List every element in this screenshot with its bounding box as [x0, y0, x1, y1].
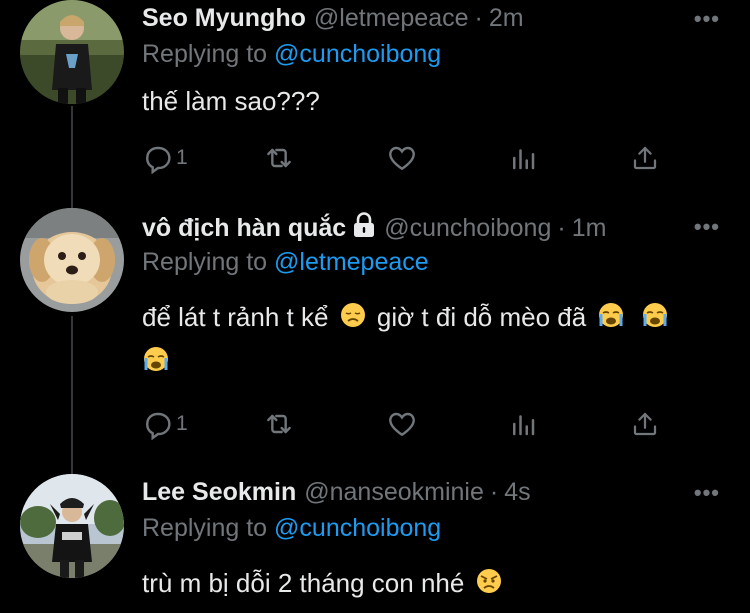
loudly-crying-face-emoji: [142, 342, 170, 384]
reply-icon: [146, 412, 171, 440]
retweet-button[interactable]: [262, 408, 296, 440]
replying-mention[interactable]: @letmepeace: [274, 248, 429, 276]
loudly-crying-face-emoji: [641, 298, 669, 340]
more-options-icon[interactable]: •••: [694, 214, 720, 240]
tweet-header: vô địch hàn quắc @cunchoibong · 1m: [142, 212, 606, 245]
person-photo-avatar: [20, 0, 124, 104]
username[interactable]: @nanseokminie: [304, 478, 484, 507]
tweet-text: để lát t rảnh t kể giờ t đi dỗ mèo đã: [142, 296, 722, 384]
tweet-actions: 1: [142, 408, 672, 442]
timestamp[interactable]: 1m: [572, 214, 607, 243]
timestamp[interactable]: 4s: [504, 478, 530, 507]
loudly-crying-face-emoji: [597, 298, 625, 340]
retweet-button[interactable]: [262, 142, 296, 174]
timestamp[interactable]: 2m: [489, 4, 524, 33]
tweet-header: Seo Myungho @letmepeace · 2m: [142, 4, 524, 33]
reply-count: 1: [176, 146, 188, 169]
avatar[interactable]: [20, 208, 124, 312]
tweet[interactable]: Lee Seokmin @nanseokminie · 4s ••• Reply…: [0, 474, 750, 613]
reply-button[interactable]: 1: [142, 142, 188, 174]
angry-face-emoji: [476, 564, 502, 606]
reply-count: 1: [176, 412, 188, 435]
tweet[interactable]: Seo Myungho @letmepeace · 2m ••• Replyin…: [0, 0, 750, 200]
analytics-button[interactable]: [508, 142, 538, 174]
replying-mention[interactable]: @cunchoibong: [274, 514, 441, 542]
display-name[interactable]: Lee Seokmin: [142, 478, 296, 507]
lock-icon: [352, 212, 376, 245]
avatar[interactable]: [20, 474, 124, 578]
reply-icon: [146, 146, 171, 174]
analytics-icon: [513, 149, 535, 170]
analytics-button[interactable]: [508, 408, 538, 440]
separator-dot: ·: [489, 478, 499, 506]
tweet-text-part: giờ t đi dỗ mèo đã: [376, 302, 587, 332]
tweet-text-part: trù m bị dỗi 2 tháng con nhé: [142, 568, 465, 598]
separator-dot: ·: [474, 4, 483, 32]
replying-prefix: Replying to: [142, 40, 268, 68]
replying-to: Replying to @cunchoibong: [142, 514, 441, 543]
replying-prefix: Replying to: [142, 248, 268, 276]
analytics-icon: [513, 415, 535, 436]
retweet-icon: [267, 148, 291, 168]
share-icon: [633, 412, 657, 436]
separator-dot: ·: [557, 214, 566, 242]
share-button[interactable]: [630, 142, 660, 174]
username[interactable]: @letmepeace: [314, 4, 469, 33]
more-options-icon[interactable]: •••: [694, 6, 720, 32]
tweet-text: thế làm sao???: [142, 86, 320, 116]
display-name[interactable]: Seo Myungho: [142, 4, 306, 33]
tweet-text-part: để lát t rảnh t kể: [142, 302, 329, 332]
disappointed-face-emoji: [340, 298, 366, 340]
username[interactable]: @cunchoibong: [384, 214, 551, 243]
reply-button[interactable]: 1: [142, 408, 188, 440]
tweet-actions: 1: [142, 142, 672, 176]
heart-icon: [389, 146, 415, 171]
tweet[interactable]: vô địch hàn quắc @cunchoibong · 1m ••• R…: [0, 208, 750, 466]
retweet-icon: [267, 414, 291, 434]
more-options-icon[interactable]: •••: [694, 480, 720, 506]
replying-mention[interactable]: @cunchoibong: [274, 40, 441, 68]
heart-icon: [389, 412, 415, 437]
display-name[interactable]: vô địch hàn quắc: [142, 214, 346, 243]
replying-to: Replying to @letmepeace: [142, 248, 429, 277]
replying-prefix: Replying to: [142, 514, 268, 542]
tweet-header: Lee Seokmin @nanseokminie · 4s: [142, 478, 531, 507]
puppy-photo-avatar: [20, 208, 124, 312]
share-button[interactable]: [630, 408, 660, 440]
replying-to: Replying to @cunchoibong: [142, 40, 441, 69]
avatar[interactable]: [20, 0, 124, 104]
like-button[interactable]: [386, 142, 418, 174]
person-photo-avatar: [20, 474, 124, 578]
tweet-text: trù m bị dỗi 2 tháng con nhé: [142, 562, 722, 606]
share-icon: [633, 146, 657, 170]
like-button[interactable]: [386, 408, 418, 440]
